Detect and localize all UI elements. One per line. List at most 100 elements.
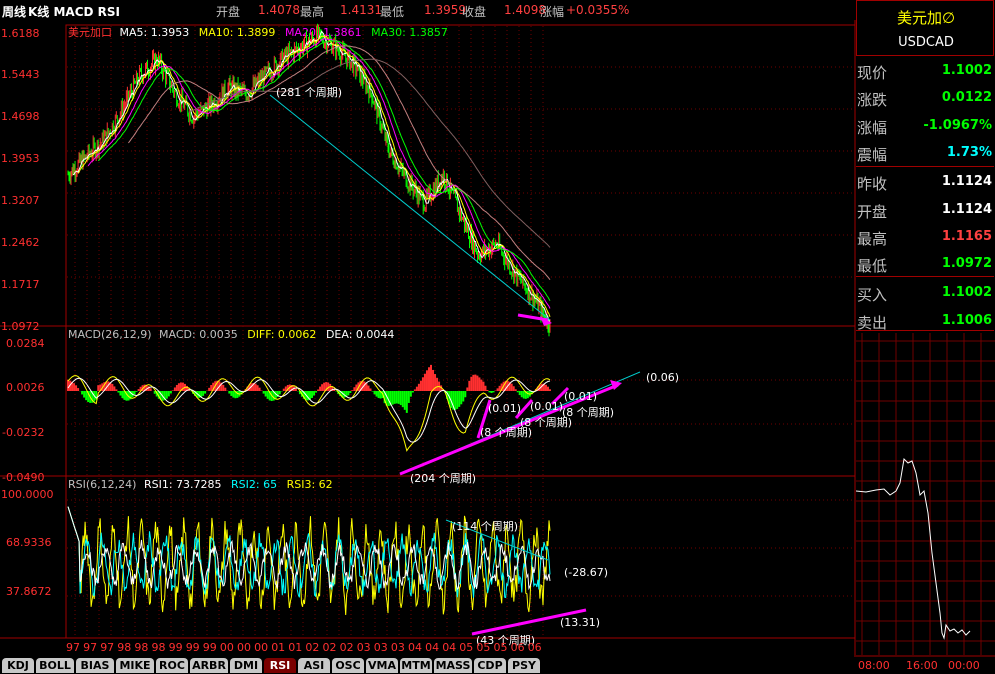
quote-row-2: 涨幅 -1.0967% [856,112,994,139]
x-tick-20: 04 [408,641,422,654]
x-tick-19: 03 [391,641,405,654]
ytick-k-4: 1.3207 [1,194,40,207]
quote-row-3: 震幅 1.73% [856,139,994,166]
ma10-legend: MA10: 1.3899 [199,26,276,39]
quote-header: 美元加∅ USDCAD [856,0,994,56]
quote-row-7: 最低 1.0972 [856,250,994,277]
x-tick-18: 03 [374,641,388,654]
macd-yticks: 0.0284 0.0026 -0.0232 -0.0490 [2,337,45,484]
kline-panel-border [65,24,856,327]
x-tick-11: 00 [254,641,268,654]
rsi3-legend: RSI3: 62 [287,478,333,491]
quote-row-5: 开盘 1.1124 [856,196,994,223]
quote-value: 1.0972 [941,256,992,272]
quote-row-4: 昨收 1.1124 [856,168,994,195]
quote-label: 涨跌 [857,91,888,110]
x-tick-17: 03 [357,641,371,654]
x-tick-22: 04 [442,641,456,654]
ytick-k-7: 1.0972 [1,320,40,333]
quote-label: 买入 [857,286,888,305]
tab-mass[interactable]: MASS [434,658,472,673]
x-tick-3: 98 [117,641,131,654]
rsi-note-2: (13.31) [560,616,600,629]
quote-panel: 美元加∅ USDCAD 现价 1.1002 涨跌 0.0122 涨幅 -1.0967% 震幅… [856,0,995,674]
x-tick-9: 00 [220,641,234,654]
ytick-k-6: 1.1717 [1,278,40,291]
quote-value: 1.1002 [941,285,992,301]
quote-divider-0 [856,166,994,167]
quote-value: 1.1002 [941,63,992,78]
rsi-annotations: (114 个周期) (-28.67) (13.31) (43 个周期) [445,519,608,647]
svg-text:RSI(6,12,24) RSI1: 73.7285: RSI(6,12,24) RSI1: 73.7285 RSI2: 65 RSI3… [68,478,333,491]
indicator-tabs: KDJ BOLL BIAS MIKE ROC ARBR DMI RSI ASI OSC VMA MTM… [0,657,856,674]
tab-psy[interactable]: PSY [508,658,540,673]
ytick-k-5: 1.2462 [1,236,40,249]
ytick-m-2: -0.0232 [2,426,44,439]
ytick-k-1: 1.5443 [1,68,40,81]
ma30-legend: MA30: 1.3857 [371,26,448,39]
time-label-2: 00:00 [948,659,980,672]
tab-mtm[interactable]: MTM [400,658,432,673]
tab-rsi[interactable]: RSI [264,658,296,673]
macd-note-3: (0.01) [564,390,597,403]
intraday-grid [856,333,995,657]
tab-boll[interactable]: BOLL [36,658,74,673]
quote-value: 1.73% [946,144,992,160]
ytick-k-0: 1.6188 [1,27,40,40]
macd-note-1: (0.01) [488,402,521,415]
tab-kdj[interactable]: KDJ [2,658,34,673]
candlestick-series [67,23,551,337]
dea-legend: DEA: 0.0044 [326,328,394,341]
quote-label: 开盘 [857,202,888,221]
rsi-yticks: 100.0000 68.9336 37.8672 [1,488,54,598]
quote-row-1: 涨跌 0.0122 [856,84,994,111]
x-tick-16: 02 [340,641,354,654]
low-label: 最低 [380,5,405,19]
x-tick-27: 06 [528,641,542,654]
ytick-k-2: 1.4698 [1,110,40,123]
x-axis-labels: 97 97 97 98 98 98 99 99 99 00 00 00 01 01 02 02 02 03 03 03… [66,641,542,654]
chart-area[interactable]: 美元加口 MA5: 1.3953 MA10: 1.3899 MA20: 1.38… [0,20,856,657]
rsi1-legend: RSI1: 73.7285 [144,478,222,491]
x-tick-23: 05 [459,641,473,654]
ytick-m-3: -0.0490 [2,471,44,484]
change-value: +0.0355% [566,3,630,17]
time-label-1: 16:00 [906,659,938,672]
x-tick-10: 00 [237,641,251,654]
tab-dmi[interactable]: DMI [230,658,262,673]
chart-types-label: K线 MACD RSI [28,5,120,19]
x-tick-15: 02 [323,641,337,654]
x-tick-26: 06 [511,641,525,654]
x-tick-21: 04 [425,641,439,654]
quote-divider-2 [856,330,994,331]
tab-arbr[interactable]: ARBR [190,658,228,673]
quote-value: 1.1165 [941,228,992,244]
macd-title: MACD(26,12,9) [68,328,152,341]
tab-mike[interactable]: MIKE [116,658,154,673]
instrument-name: 美元加∅ [896,9,956,27]
quote-row-8: 买入 1.1002 [856,279,994,306]
tab-osc[interactable]: OSC [332,658,364,673]
ma-line-2 [87,38,551,309]
time-label-0: 08:00 [858,659,890,672]
x-tick-0: 97 [66,641,80,654]
diff-legend: DIFF: 0.0062 [247,328,316,341]
low-value: 1.3959 [424,3,466,17]
tab-roc[interactable]: ROC [156,658,188,673]
top-info-bar: 周线 K线 MACD RSI 开盘 1.4078 最高 1.4131 最低 1.… [0,0,995,20]
open-value: 1.4078 [258,3,300,17]
ytick-r-1: 68.9336 [6,536,52,549]
tab-asi[interactable]: ASI [298,658,330,673]
period-label: 周线 [2,5,27,19]
tab-cdp[interactable]: CDP [474,658,506,673]
intraday-chart: 08:00 16:00 00:00 [856,333,995,672]
ytick-m-0: 0.0284 [6,337,45,350]
quote-divider-1 [856,276,994,277]
quote-value: 1.1124 [941,201,992,217]
quote-label: 昨收 [857,175,888,194]
high-label: 最高 [300,5,325,19]
tab-vma[interactable]: VMA [366,658,398,673]
x-tick-25: 05 [494,641,508,654]
svg-text:美元加口 MA5: 1.3953 MA10:: 美元加口 MA5: 1.3953 MA10: 1.3899 MA20: 1.38… [68,26,448,39]
tab-bias[interactable]: BIAS [76,658,114,673]
